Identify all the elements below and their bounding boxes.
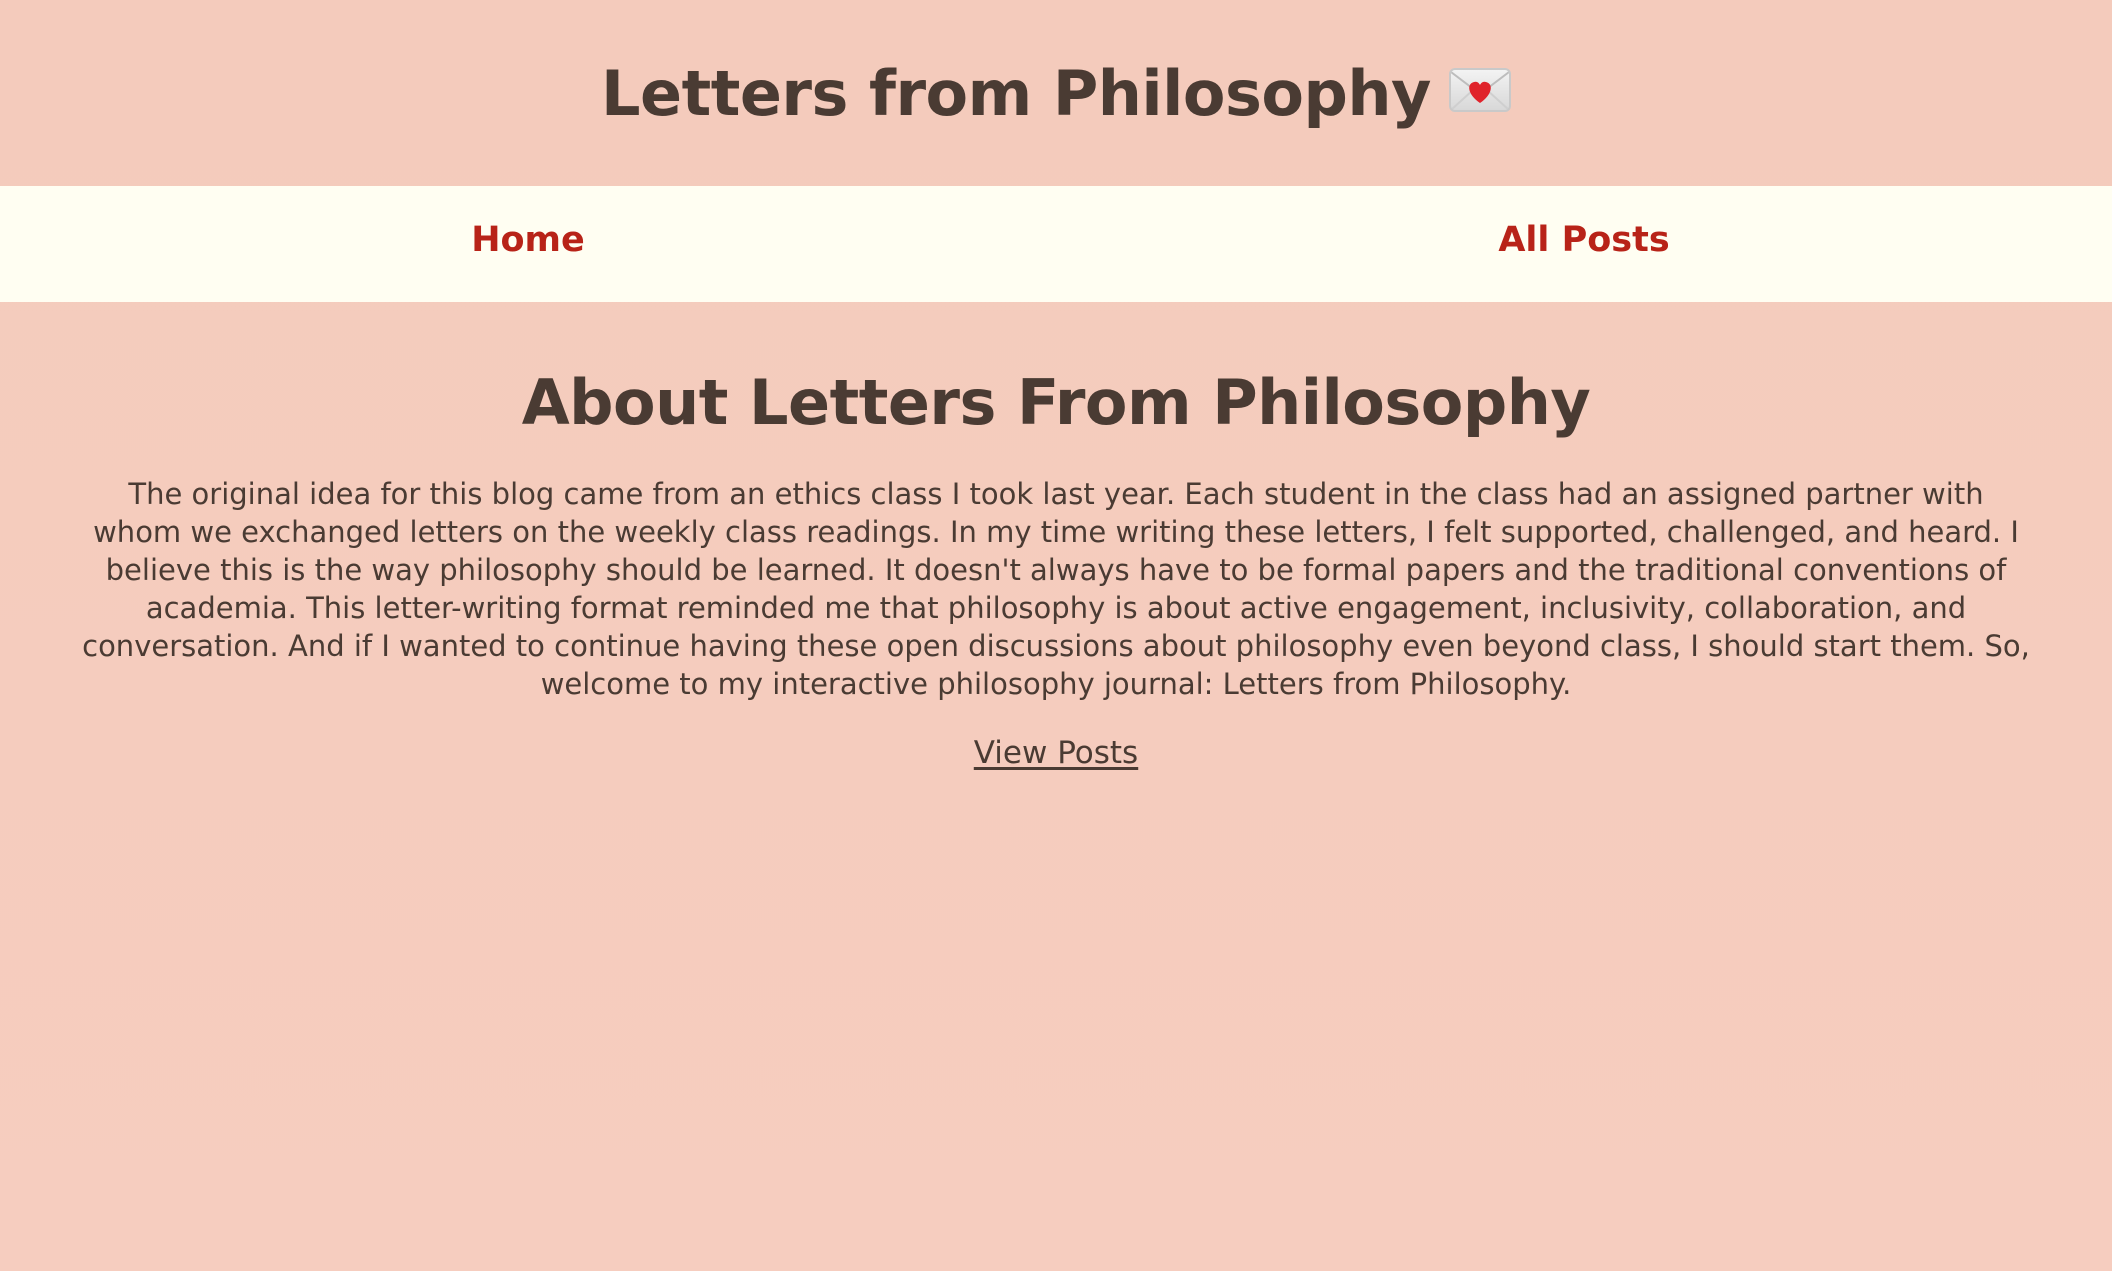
- site-title: Letters from Philosophy: [601, 57, 1511, 130]
- about-heading: About Letters From Philosophy: [521, 366, 1591, 439]
- about-paragraph: The original idea for this blog came fro…: [82, 477, 2030, 701]
- page: Letters from Philosophy Home All Posts A…: [0, 0, 2112, 1271]
- nav-link-home[interactable]: Home: [0, 220, 1056, 268]
- site-title-text: Letters from Philosophy: [601, 56, 1431, 130]
- main-content: About Letters From Philosophy The origin…: [0, 366, 2112, 771]
- main-navigation: Home All Posts: [0, 186, 2112, 302]
- nav-link-all-posts[interactable]: All Posts: [1056, 220, 2112, 268]
- love-letter-icon: [1448, 68, 1511, 112]
- site-header: Letters from Philosophy: [0, 0, 2112, 186]
- view-posts-link[interactable]: View Posts: [974, 735, 1138, 771]
